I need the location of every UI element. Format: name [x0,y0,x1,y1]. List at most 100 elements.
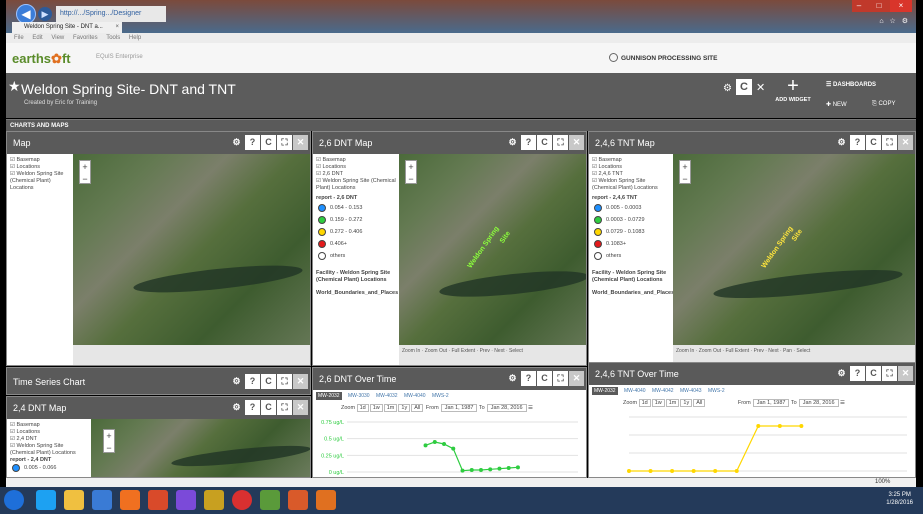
range-button-1w[interactable]: 1w [369,404,383,412]
menu-tools[interactable]: Tools [106,35,120,41]
tab-well[interactable]: MW-4040 [404,393,426,399]
tab-close-icon[interactable]: × [115,22,119,33]
next-tool[interactable]: Next [768,348,778,354]
layer-locations[interactable]: ☑ Locations [10,164,70,171]
zoom-out-tool[interactable]: Zoom Out [425,348,447,354]
from-date-input[interactable]: Jan 1, 1987 [440,404,478,412]
favorite-star-icon[interactable]: ★ [8,78,21,95]
layer-facility[interactable]: ☑ Weldon Spring Site (Chemical Plant) Lo… [316,178,396,192]
visual-studio-icon[interactable] [176,490,196,510]
clock[interactable]: 3:25 PM 1/28/2016 [886,491,913,507]
menu-view[interactable]: View [51,35,64,41]
tool-icon[interactable] [260,490,280,510]
gear-icon[interactable]: ⚙ [505,135,520,150]
gear-icon[interactable]: ⚙ [229,135,244,150]
to-date-input[interactable]: Jan 28, 2016 [798,399,839,407]
range-button-1y[interactable]: 1y [398,404,411,412]
fullscreen-icon[interactable]: ⛶ [277,400,292,415]
help-icon[interactable]: ? [245,135,260,150]
forward-button[interactable]: ▶ [38,7,52,21]
zoom-control[interactable]: + − [103,429,115,453]
tab-well[interactable]: MW-4040 [624,388,646,394]
tab-well[interactable]: MW-4032 [376,393,398,399]
close-icon[interactable]: ✕ [569,135,584,150]
close-icon[interactable]: ✕ [756,81,765,94]
range-button-1d[interactable]: 1d [356,404,369,412]
file-explorer-icon[interactable] [64,490,84,510]
layer-basemap[interactable]: ☑ Basemap [10,422,88,429]
close-icon[interactable]: ✕ [293,374,308,389]
prev-tool[interactable]: Prev [754,348,764,354]
browser-tab[interactable]: Weldon Spring Site - DNT a... × [12,22,122,33]
app-icon[interactable] [120,490,140,510]
close-icon[interactable]: ✕ [293,135,308,150]
refresh-icon[interactable]: C [537,135,552,150]
fullscreen-icon[interactable]: ⛶ [277,374,292,389]
ie-icon[interactable] [36,490,56,510]
new-dashboard-button[interactable]: ✚ NEW [826,101,847,108]
tab-well[interactable]: MWS-2 [432,393,449,399]
powerpoint-icon[interactable] [148,490,168,510]
refresh-icon[interactable]: C [537,371,552,386]
select-tool[interactable]: Select [509,348,523,354]
tab-well[interactable]: MW-2032 [592,387,618,395]
gear-icon[interactable]: ⚙ [229,374,244,389]
zoom-in-tool[interactable]: Zoom In [676,348,694,354]
dashboards-button[interactable]: ☰ DASHBOARDS [826,81,876,88]
full-extent-tool[interactable]: Full Extent [451,348,475,354]
lock-icon[interactable] [204,490,224,510]
help-icon[interactable]: ? [850,366,865,381]
menu-help[interactable]: Help [129,35,141,41]
add-widget-button[interactable]: + ADD WIDGET [775,75,811,115]
zoom-level[interactable]: 100% [875,479,890,485]
menu-icon[interactable]: ☰ [840,400,845,406]
fullscreen-icon[interactable]: ⛶ [553,371,568,386]
help-icon[interactable]: ? [245,400,260,415]
layer-facility[interactable]: ☑ Weldon Spring Site (Chemical Plant) Lo… [10,171,70,192]
layer-facility[interactable]: ☑ Weldon Spring Site (Chemical Plant) Lo… [592,178,670,192]
start-button-icon[interactable] [4,490,24,510]
site-selector[interactable]: GUNNISON PROCESSING SITE [621,55,717,62]
close-icon[interactable]: ✕ [898,135,913,150]
fullscreen-icon[interactable]: ⛶ [882,135,897,150]
map-canvas[interactable]: + − Weldon Spring Site [399,154,586,365]
refresh-icon[interactable]: C [261,135,276,150]
firefox-icon[interactable] [288,490,308,510]
refresh-icon[interactable]: C [261,400,276,415]
range-button-1m[interactable]: 1m [383,404,398,412]
zoom-in-tool[interactable]: Zoom In [402,348,420,354]
snagit-icon[interactable] [316,490,336,510]
range-button-all[interactable]: All [693,399,706,407]
fullscreen-icon[interactable]: ⛶ [882,366,897,381]
layer-basemap[interactable]: ☑ Basemap [316,157,396,164]
zoom-control[interactable]: + − [79,160,91,184]
back-button[interactable]: ◀ [16,4,36,24]
browser-tools-icons[interactable]: ⌂ ☆ ⚙ [879,17,910,25]
fullscreen-icon[interactable]: ⛶ [553,135,568,150]
layer-tnt[interactable]: ☑ 2,4,6 TNT [592,171,670,178]
settings-gear-icon[interactable]: ⚙ [723,83,732,94]
zoom-control[interactable]: + − [405,160,417,184]
tab-well[interactable]: MW-2032 [316,392,342,400]
layer-basemap[interactable]: ☑ Basemap [10,157,70,164]
to-date-input[interactable]: Jan 28, 2016 [486,404,527,412]
menu-favorites[interactable]: Favorites [73,35,98,41]
user-icon[interactable] [609,53,618,62]
zoom-out-tool[interactable]: Zoom Out [699,348,721,354]
minimize-button[interactable]: – [850,0,868,12]
from-date-input[interactable]: Jan 1, 1987 [752,399,790,407]
layer-basemap[interactable]: ☑ Basemap [592,157,670,164]
refresh-icon[interactable]: C [866,135,881,150]
range-button-1m[interactable]: 1m [665,399,680,407]
prev-tool[interactable]: Prev [480,348,490,354]
tab-well[interactable]: MW-4043 [680,388,702,394]
menu-icon[interactable]: ☰ [528,405,533,411]
copy-dashboard-button[interactable]: ⎘ COPY [872,101,895,108]
range-button-1y[interactable]: 1y [680,399,693,407]
select-tool[interactable]: Select [796,348,810,354]
menu-edit[interactable]: Edit [32,35,42,41]
close-window-button[interactable]: × [890,0,912,12]
layer-locations[interactable]: ☑ Locations [592,164,670,171]
close-icon[interactable]: ✕ [569,371,584,386]
range-button-1d[interactable]: 1d [638,399,651,407]
